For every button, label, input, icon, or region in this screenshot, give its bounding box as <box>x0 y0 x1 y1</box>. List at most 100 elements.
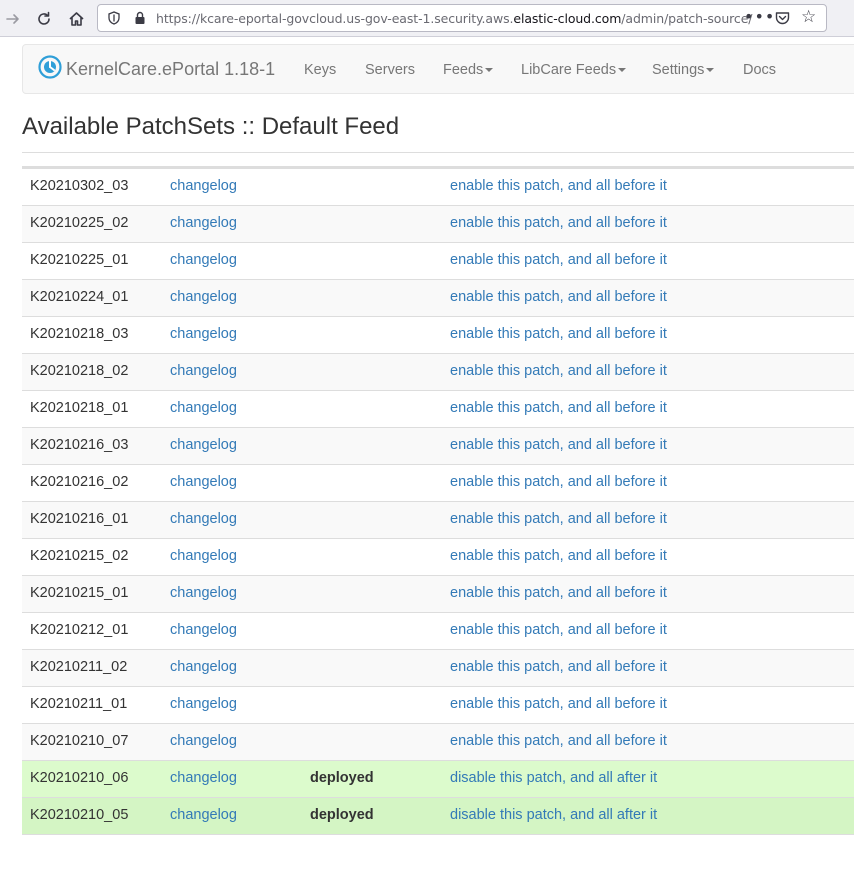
changelog-link[interactable]: changelog <box>170 622 237 638</box>
changelog-link[interactable]: changelog <box>170 252 237 268</box>
enable-patch-link[interactable]: enable this patch, and all before it <box>450 548 667 564</box>
changelog-link[interactable]: changelog <box>170 289 237 305</box>
status-label: deployed <box>310 807 374 823</box>
patchset-name: K20210210_06 <box>30 770 129 786</box>
url-domain: elastic-cloud.com <box>513 11 622 26</box>
patchset-name: K20210302_03 <box>30 178 129 194</box>
enable-patch-link[interactable]: enable this patch, and all before it <box>450 437 667 453</box>
kernelcare-logo-icon <box>38 55 62 79</box>
enable-patch-link[interactable]: enable this patch, and all before it <box>450 622 667 638</box>
patchset-name: K20210212_01 <box>30 622 129 638</box>
tracking-protection-shield-icon[interactable] <box>107 11 121 25</box>
patchset-name: K20210216_01 <box>30 511 129 527</box>
patchset-name: K20210211_02 <box>30 659 128 675</box>
browser-toolbar: https://kcare-eportal-govcloud.us-gov-ea… <box>0 0 854 37</box>
changelog-link[interactable]: changelog <box>170 215 237 231</box>
page-actions-more-icon[interactable]: ••• <box>744 7 775 26</box>
disable-patch-link[interactable]: disable this patch, and all after it <box>450 807 657 823</box>
table-row: K20210210_05 changelog deployed disable thi… <box>22 797 854 834</box>
changelog-link[interactable]: changelog <box>170 770 237 786</box>
patchset-name: K20210225_01 <box>30 252 129 268</box>
changelog-link[interactable]: changelog <box>170 548 237 564</box>
reload-icon[interactable] <box>31 6 57 32</box>
table-row: K20210216_03 changelog enable this patch, … <box>22 427 854 464</box>
nav-feeds-label: Feeds <box>443 62 484 78</box>
changelog-link[interactable]: changelog <box>170 363 237 379</box>
changelog-link[interactable]: changelog <box>170 733 237 749</box>
changelog-link[interactable]: changelog <box>170 659 237 675</box>
patchset-name: K20210216_03 <box>30 437 129 453</box>
nav-keys[interactable]: Keys <box>304 62 336 78</box>
table-row: K20210218_01 changelog enable this patch, … <box>22 390 854 427</box>
changelog-link[interactable]: changelog <box>170 807 237 823</box>
url-text[interactable]: https://kcare-eportal-govcloud.us-gov-ea… <box>156 11 753 26</box>
changelog-link[interactable]: changelog <box>170 585 237 601</box>
enable-patch-link[interactable]: enable this patch, and all before it <box>450 474 667 490</box>
enable-patch-link[interactable]: enable this patch, and all before it <box>450 659 667 675</box>
patchset-name: K20210215_01 <box>30 585 129 601</box>
table-row: K20210302_03 changelog enable this patch, … <box>22 168 854 205</box>
nav-settings-label: Settings <box>652 62 705 78</box>
table-row: K20210210_07 changelog enable this patch, … <box>22 723 854 760</box>
table-row <box>22 834 854 871</box>
home-icon[interactable] <box>63 6 89 32</box>
enable-patch-link[interactable]: enable this patch, and all before it <box>450 585 667 601</box>
patchset-name: K20210218_02 <box>30 363 129 379</box>
pocket-icon[interactable] <box>775 11 790 25</box>
table-header <box>22 152 854 168</box>
disable-patch-link[interactable]: disable this patch, and all after it <box>450 770 657 786</box>
table-row: K20210218_03 changelog enable this patch, … <box>22 316 854 353</box>
caret-down-icon <box>485 68 494 73</box>
nav-libcare-feeds-label: LibCare Feeds <box>521 62 617 78</box>
patchsets-table: K20210302_03 changelog enable this patch, … <box>22 152 854 871</box>
table-row: K20210215_01 changelog enable this patch, … <box>22 575 854 612</box>
url-prefix: https://kcare-eportal-govcloud.us-gov-ea… <box>156 11 514 26</box>
changelog-link[interactable]: changelog <box>170 400 237 416</box>
caret-down-icon <box>618 68 627 73</box>
enable-patch-link[interactable]: enable this patch, and all before it <box>450 326 667 342</box>
patchset-name: K20210218_01 <box>30 400 129 416</box>
patchset-name: K20210224_01 <box>30 289 129 305</box>
table-row: K20210211_01 changelog enable this patch, … <box>22 686 854 723</box>
changelog-link[interactable]: changelog <box>170 437 237 453</box>
lock-icon[interactable] <box>134 11 146 25</box>
top-navbar: KernelCare.ePortal 1.18-1 Keys Servers F… <box>22 44 854 94</box>
nav-servers[interactable]: Servers <box>365 62 415 78</box>
enable-patch-link[interactable]: enable this patch, and all before it <box>450 400 667 416</box>
patchset-name: K20210215_02 <box>30 548 129 564</box>
enable-patch-link[interactable]: enable this patch, and all before it <box>450 252 667 268</box>
changelog-link[interactable]: changelog <box>170 696 237 712</box>
brand-title[interactable]: KernelCare.ePortal 1.18-1 <box>66 59 275 80</box>
bookmark-star-icon[interactable]: ☆ <box>801 9 816 26</box>
enable-patch-link[interactable]: enable this patch, and all before it <box>450 733 667 749</box>
changelog-link[interactable]: changelog <box>170 326 237 342</box>
table-row: K20210211_02 changelog enable this patch, … <box>22 649 854 686</box>
nav-feeds-dropdown[interactable]: Feeds <box>443 62 494 78</box>
status-label: deployed <box>310 770 374 786</box>
table-row: K20210224_01 changelog enable this patch, … <box>22 279 854 316</box>
patchset-name: K20210225_02 <box>30 215 129 231</box>
url-path: /admin/patch-source/ <box>621 11 753 26</box>
enable-patch-link[interactable]: enable this patch, and all before it <box>450 696 667 712</box>
changelog-link[interactable]: changelog <box>170 474 237 490</box>
caret-down-icon <box>706 68 715 73</box>
enable-patch-link[interactable]: enable this patch, and all before it <box>450 511 667 527</box>
enable-patch-link[interactable]: enable this patch, and all before it <box>450 363 667 379</box>
patchset-name: K20210211_01 <box>30 696 128 712</box>
enable-patch-link[interactable]: enable this patch, and all before it <box>450 289 667 305</box>
table-row: K20210218_02 changelog enable this patch, … <box>22 353 854 390</box>
nav-libcare-feeds-dropdown[interactable]: LibCare Feeds <box>521 62 627 78</box>
enable-patch-link[interactable]: enable this patch, and all before it <box>450 178 667 194</box>
nav-docs[interactable]: Docs <box>743 62 776 78</box>
patchset-name: K20210210_07 <box>30 733 129 749</box>
page-title: Available PatchSets :: Default Feed <box>22 113 400 140</box>
enable-patch-link[interactable]: enable this patch, and all before it <box>450 215 667 231</box>
changelog-link[interactable]: changelog <box>170 511 237 527</box>
forward-arrow-icon[interactable] <box>0 6 26 32</box>
patchset-name: K20210218_03 <box>30 326 129 342</box>
url-bar[interactable]: https://kcare-eportal-govcloud.us-gov-ea… <box>97 4 827 32</box>
nav-settings-dropdown[interactable]: Settings <box>652 62 715 78</box>
changelog-link[interactable]: changelog <box>170 178 237 194</box>
table-row: K20210225_02 changelog enable this patch, … <box>22 205 854 242</box>
table-row: K20210216_02 changelog enable this patch, … <box>22 464 854 501</box>
